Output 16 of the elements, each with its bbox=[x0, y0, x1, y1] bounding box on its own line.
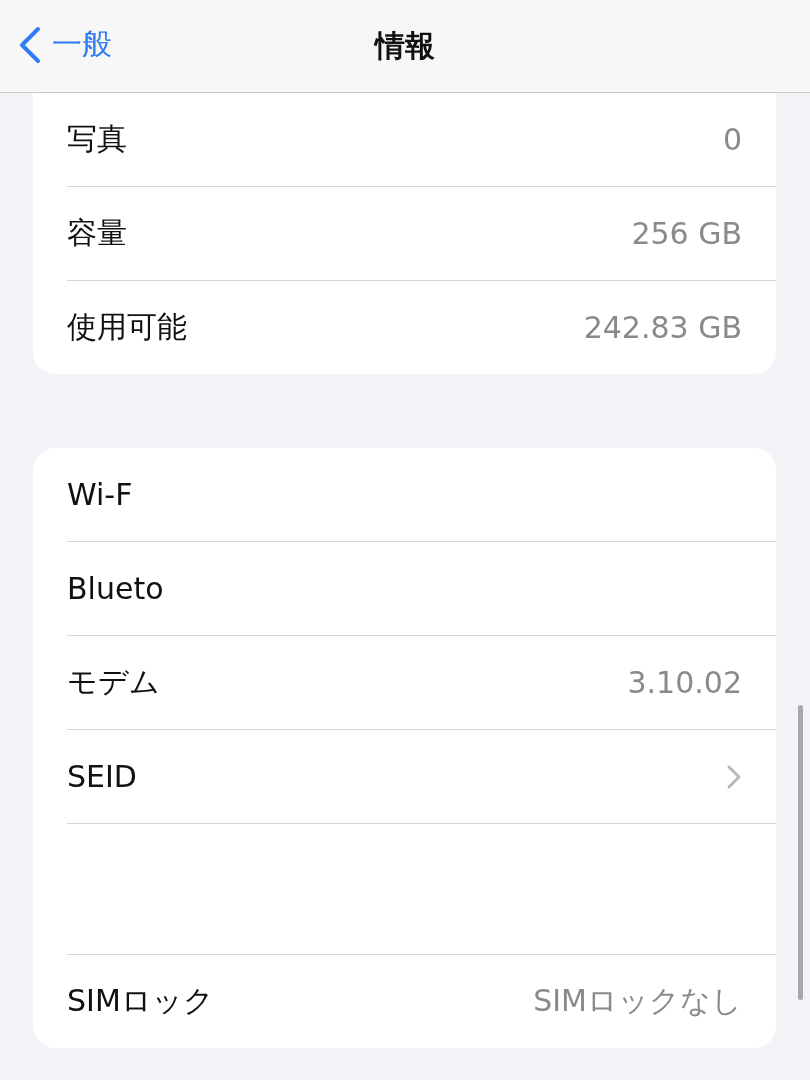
row-label[interactable]: SEID bbox=[67, 759, 137, 794]
row-value: SIMロックなし bbox=[533, 982, 742, 1020]
row-value: 242.83 GB bbox=[583, 310, 742, 345]
row-value: 3.10.02 bbox=[627, 665, 742, 700]
row-label: Blueto bbox=[67, 571, 164, 606]
row-label: 使用可能 bbox=[67, 308, 187, 346]
row-value: 256 GB bbox=[631, 216, 742, 251]
back-button[interactable]: 一般 bbox=[16, 24, 112, 65]
row-label: Wi-F bbox=[67, 477, 133, 512]
row-label: 写真 bbox=[67, 120, 127, 158]
row-label: モデム bbox=[67, 663, 160, 701]
screen-title: 情報 bbox=[375, 26, 435, 65]
row-label: SIMロック bbox=[67, 982, 214, 1020]
chevron-right-icon[interactable] bbox=[726, 763, 742, 790]
row-value: 0 bbox=[722, 122, 742, 157]
row-label: 容量 bbox=[67, 214, 127, 252]
